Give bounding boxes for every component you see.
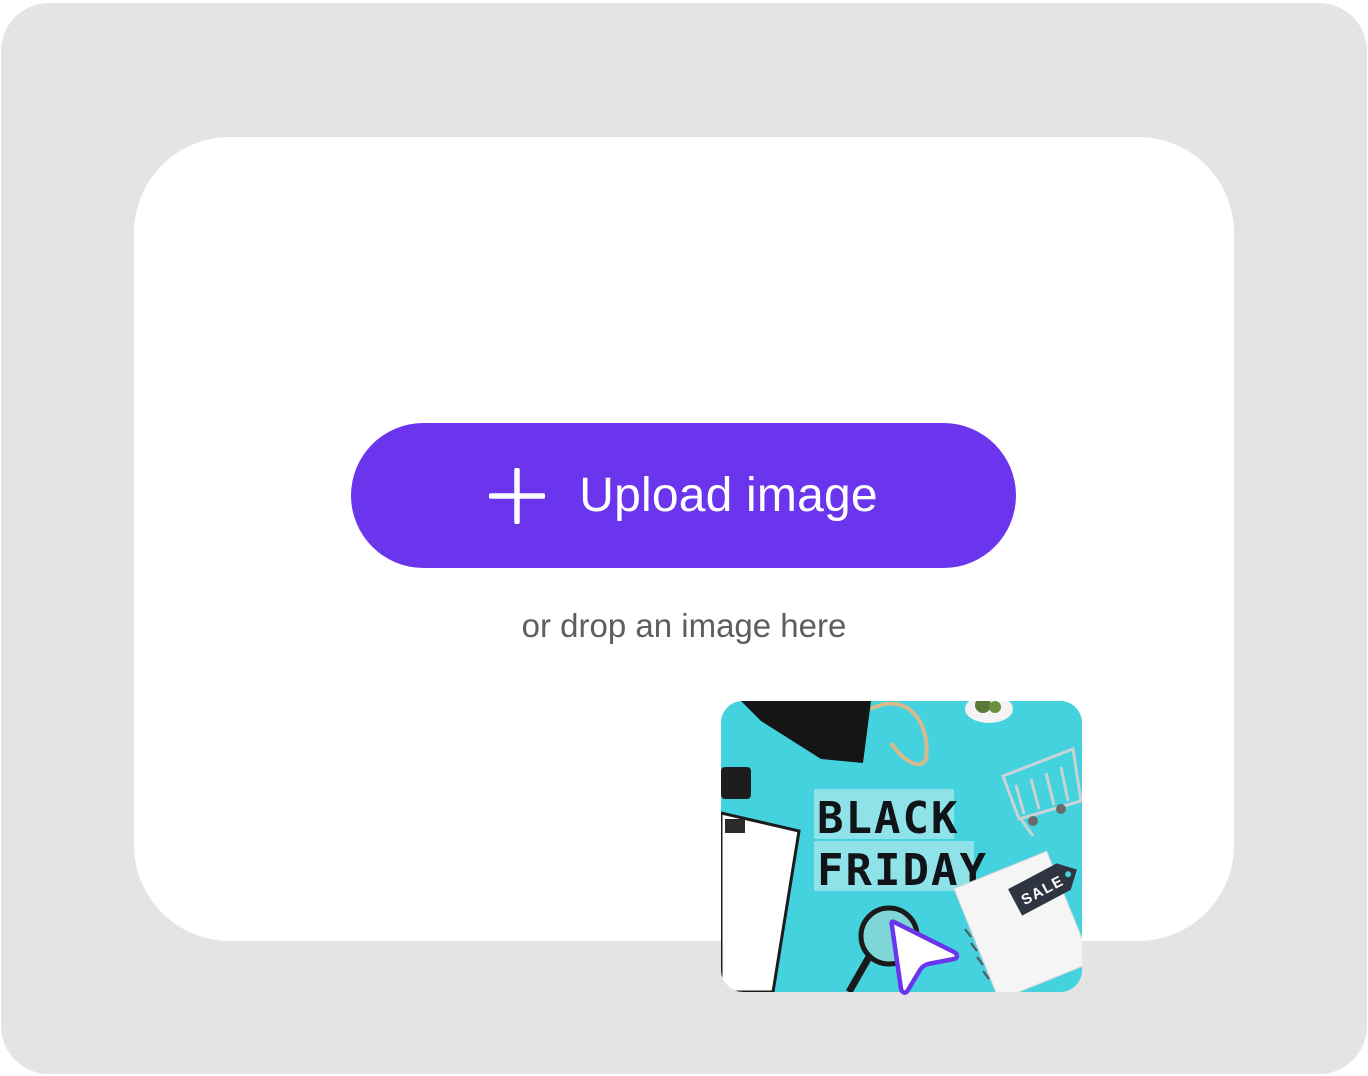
plus-icon bbox=[489, 467, 546, 524]
cursor-arrow-icon bbox=[889, 919, 960, 995]
drop-hint-text: or drop an image here bbox=[521, 607, 847, 644]
upload-button-label: Upload image bbox=[579, 469, 878, 522]
sign-line-1: BLACK bbox=[817, 793, 959, 844]
stapler bbox=[721, 767, 751, 799]
upload-image-button[interactable]: Upload image bbox=[351, 423, 1016, 568]
